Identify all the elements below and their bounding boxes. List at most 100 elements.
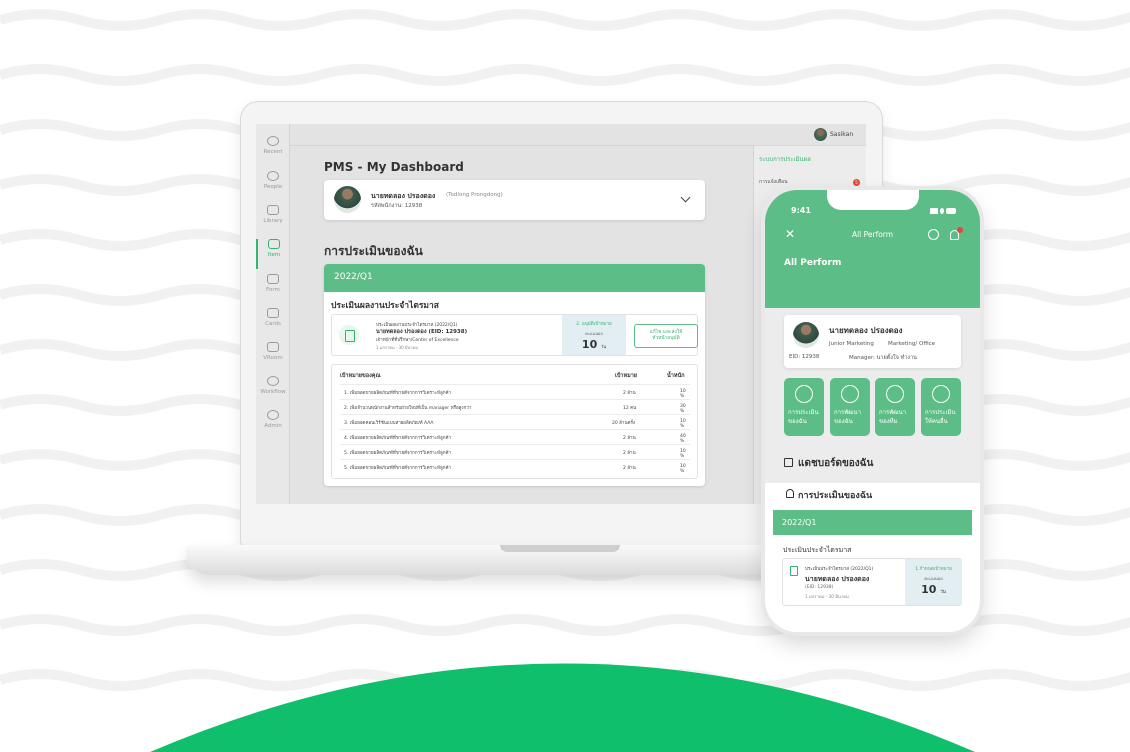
top-bar: Sasikan [290, 124, 866, 146]
avatar[interactable] [814, 128, 827, 141]
user-name: นายทดลอง ปรองดอง [371, 192, 436, 200]
table-row: 5. เพิ่มยอดขายผลิตภัณฑ์ที่ขายดีจากการวิเ… [340, 444, 690, 459]
user-name-english: (Todlong Prongdong) [446, 192, 503, 198]
eval-position: เจ้าหน้าที่ที่ปรึกษา/Center of Excellenc… [376, 338, 459, 343]
sidebar-item-label: Cards [265, 321, 281, 327]
sidebar-item-recent[interactable]: Recent [256, 136, 290, 166]
person-icon [786, 489, 794, 498]
panel-title: ระบบการประเมินผล [759, 156, 811, 163]
mail-icon [267, 308, 279, 318]
score-value: 10 วัน [581, 338, 607, 351]
tile-team-development[interactable]: การพัฒนา ของทีม [875, 378, 915, 436]
status-time: 9:41 [791, 206, 811, 215]
table-row: 2. เพิ่มจำนวนพนักงานสำหรับฝ่ายใหม่ที่เป็… [340, 399, 690, 414]
mobile-app-screen: 9:41 ✕ All Perform All Perform นายทดลอง … [765, 190, 980, 632]
book-icon [267, 205, 279, 215]
dashboard-title: แดชบอร์ดของฉัน [798, 458, 874, 469]
edit-submit-button[interactable]: แก้ไข และส่งให้ หัวหน้าอนุมัติ [634, 324, 698, 348]
header-subtitle: All Perform [784, 258, 842, 268]
sidebar-item-label: People [263, 184, 283, 190]
eval-employee: นายทดลอง ปรองดอง (EID: 12938) [376, 329, 468, 335]
battery-icon [946, 208, 956, 214]
form-icon [267, 274, 279, 284]
sidebar-item-label: Item [267, 252, 281, 258]
document-icon [790, 566, 798, 576]
laptop-hinge-notch [500, 545, 620, 552]
user-role: Junior Marketing [829, 341, 874, 347]
manager-name: Manager: นายตั้งใจ ทำงาน [849, 355, 917, 361]
score-label: คะแนนผล [585, 331, 603, 336]
eval-period: 1 มกราคม - 30 มีนาคม [376, 345, 418, 350]
avatar [793, 322, 819, 348]
quarter-header: 2022/Q1 [324, 264, 705, 292]
column-header: น้ำหนัก [667, 373, 685, 379]
user-selector[interactable]: นายทดลอง ปรองดอง (Todlong Prongdong) รหั… [324, 180, 705, 220]
document-icon [339, 325, 359, 345]
wifi-icon [940, 208, 944, 214]
people-icon [267, 171, 279, 181]
growth-icon [841, 385, 859, 403]
chevron-down-icon[interactable] [680, 192, 691, 203]
people-icon [932, 385, 950, 403]
score-status: 2. อนุมัติเป้าหมาย [576, 322, 612, 327]
clipboard-icon [795, 385, 813, 403]
sidebar-item-cards[interactable]: Cards [256, 308, 290, 338]
eval-employee: นายทดลอง ปรองดอง [805, 575, 870, 583]
evaluation-item[interactable]: ประเมินประจำไตรมาส (2022/Q1) นายทดลอง ปร… [782, 558, 962, 606]
sidebar-item-people[interactable]: People [256, 171, 290, 201]
status-icons [930, 208, 956, 214]
road-icon [886, 385, 904, 403]
column-header: เป้าหมาย [615, 373, 638, 379]
section-title: การประเมินของฉัน [324, 244, 423, 258]
notification-badge: 5 [853, 179, 860, 186]
score-label: คะแนนผล [924, 576, 943, 581]
page-title: PMS - My Dashboard [324, 160, 464, 174]
sidebar-item-form[interactable]: Form [256, 274, 290, 304]
sidebar-item-label: Admin [264, 423, 282, 429]
eval-subtitle: ประเมินผลงานประจำไตรมาส [331, 301, 439, 311]
dashboard-icon [784, 458, 793, 467]
employee-id: EID: 12938 [789, 354, 820, 360]
eval-period: 1 มกราคม - 30 มีนาคม [805, 594, 849, 599]
table-row: 5. เพิ่มยอดขายผลิตภัณฑ์ที่ขายดีจากการวิเ… [340, 459, 690, 474]
notification-item[interactable]: การแจ้งเตือน [759, 178, 788, 186]
score-box: 1.กำหนดเป้าหมาย คะแนนผล 10 วัน [905, 559, 962, 605]
evaluation-item[interactable]: ประเมินผลงานประจำไตรมาส (2022/Q1) นายทดล… [331, 314, 698, 356]
sidebar-item-vroom[interactable]: VRoom [256, 342, 290, 372]
eval-eid: (EID: 12938) [805, 585, 834, 590]
sidebar-item-label: Library [263, 218, 283, 224]
score-box: 2. อนุมัติเป้าหมาย คะแนนผล 10 วัน [562, 315, 626, 355]
goals-table: เป้าหมายของคุณ เป้าหมาย น้ำหนัก 1. เพิ่ม… [331, 364, 698, 479]
main-content: PMS - My Dashboard นายทดลอง ปรองดอง (Tod… [290, 146, 753, 504]
tile-my-development[interactable]: การพัฒนา ของฉัน [830, 378, 870, 436]
header-title: All Perform [851, 230, 894, 239]
user-name: นายทดลอง ปรองดอง [829, 326, 903, 335]
admin-icon [267, 410, 279, 420]
tile-my-evaluation[interactable]: การประเมิน ของฉัน [784, 378, 824, 436]
sidebar-item-label: Recent [263, 149, 283, 155]
eval-title: ประเมินผลงานประจำไตรมาส (2022/Q1) [376, 323, 458, 328]
my-evaluation-title: การประเมินของฉัน [798, 491, 873, 501]
workflow-icon [267, 376, 279, 386]
column-header: เป้าหมายของคุณ [340, 373, 381, 379]
user-department: Marketing/ Office [888, 341, 936, 347]
signal-icon [930, 208, 938, 214]
gear-icon[interactable] [928, 229, 939, 240]
sidebar-item-label: Workflow [260, 389, 286, 395]
employee-id: รหัสพนักงาน: 12938 [371, 203, 423, 209]
quarter-header: 2022/Q1 [773, 510, 972, 535]
table-row: 3. เพิ่มยอดคอนเวิร์ชันแบบสายผลิตภัณฑ์ AA… [340, 414, 690, 429]
sidebar-item-item[interactable]: Item [256, 239, 290, 269]
tile-evaluate-others[interactable]: การประเมิน ให้คนอื่น [921, 378, 961, 436]
eval-title: ประเมินประจำไตรมาส (2022/Q1) [805, 567, 874, 572]
sidebar-item-admin[interactable]: Admin [256, 410, 290, 440]
profile-card: นายทดลอง ปรองดอง Junior Marketing Market… [784, 315, 961, 368]
wallet-icon [268, 239, 280, 249]
video-icon [267, 342, 279, 352]
notification-dot [957, 227, 963, 233]
clock-icon [267, 136, 279, 146]
sidebar-item-workflow[interactable]: Workflow [256, 376, 290, 406]
sidebar-item-library[interactable]: Library [256, 205, 290, 235]
sidebar-item-label: Form [266, 287, 280, 293]
phone-notch [827, 190, 919, 210]
